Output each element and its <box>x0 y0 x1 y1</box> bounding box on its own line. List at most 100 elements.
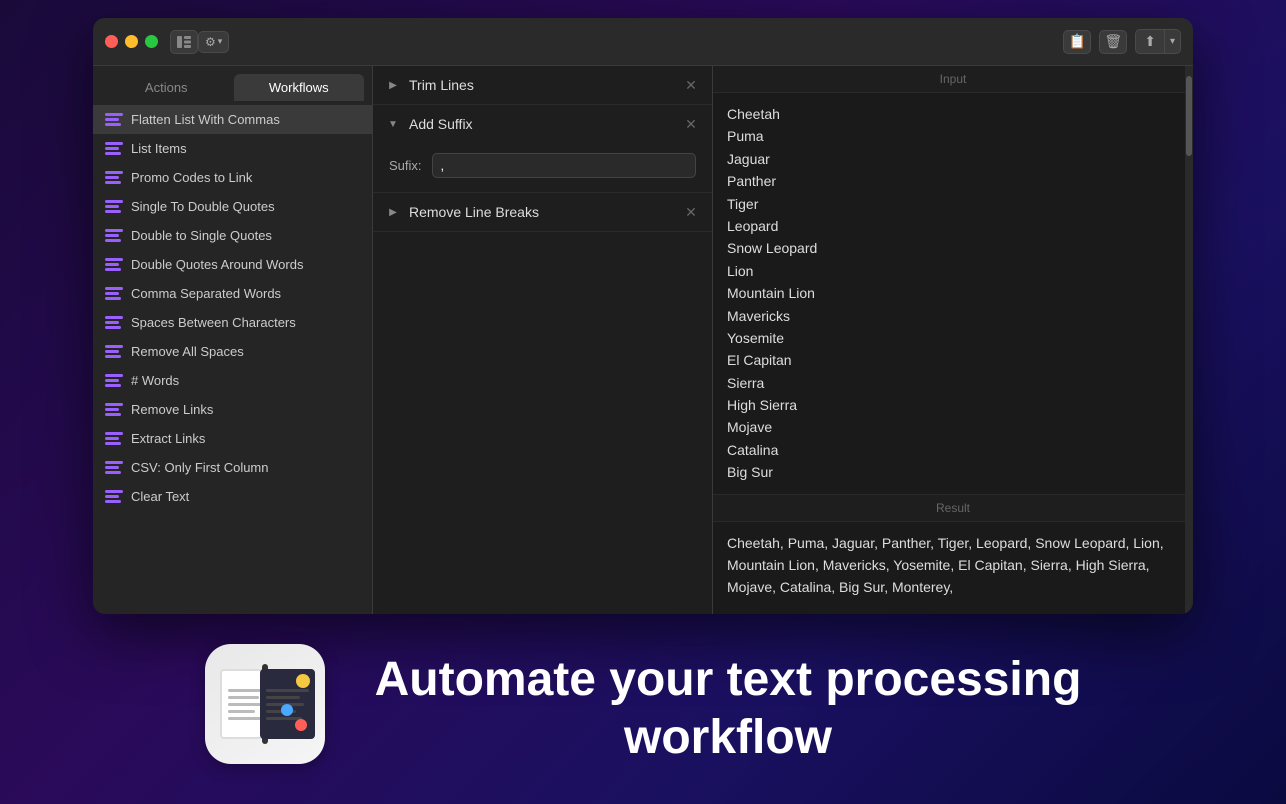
sidebar-item-extract-links[interactable]: Extract Links <box>93 424 372 453</box>
result-content[interactable]: Cheetah, Puma, Jaguar, Panther, Tiger, L… <box>713 522 1193 614</box>
scrollbar-track[interactable] <box>1185 66 1193 614</box>
sidebar-item-remove-spaces[interactable]: Remove All Spaces <box>93 337 372 366</box>
sidebar-item-label: List Items <box>131 141 187 156</box>
sidebar-item-list-items[interactable]: List Items <box>93 134 372 163</box>
sidebar-item-remove-links[interactable]: Remove Links <box>93 395 372 424</box>
maximize-button[interactable] <box>145 35 158 48</box>
sidebar-item-double-quotes-words[interactable]: Double Quotes Around Words <box>93 250 372 279</box>
workflow-item-remove-line-breaks: ▶ Remove Line Breaks ✕ <box>373 193 712 232</box>
gear-dropdown-arrow: ▾ <box>218 36 223 47</box>
sidebar-toggle-button[interactable] <box>170 30 198 54</box>
action-icon <box>105 432 123 446</box>
input-line: Lion <box>727 260 1179 282</box>
sidebar-item-label: Extract Links <box>131 431 205 446</box>
io-panel: Input CheetahPumaJaguarPantherTigerLeopa… <box>713 66 1193 614</box>
action-icon <box>105 316 123 330</box>
expand-add-suffix-button[interactable]: ▼ <box>385 116 401 132</box>
input-line: Big Sur <box>727 461 1179 483</box>
action-icon <box>105 113 123 127</box>
sidebar-item-label: Single To Double Quotes <box>131 199 275 214</box>
input-line: Snow Leopard <box>727 237 1179 259</box>
share-dropdown-arrow: ▾ <box>1165 33 1180 50</box>
gear-icon: ⚙ <box>205 35 216 49</box>
gear-dropdown-button[interactable]: ⚙ ▾ <box>198 31 229 53</box>
action-icon <box>105 142 123 156</box>
close-add-suffix-button[interactable]: ✕ <box>682 115 700 133</box>
input-line: Yosemite <box>727 327 1179 349</box>
input-content[interactable]: CheetahPumaJaguarPantherTigerLeopardSnow… <box>713 93 1193 494</box>
sidebar-tabs: Actions Workflows <box>93 66 372 101</box>
sidebar-item-double-to-single[interactable]: Double to Single Quotes <box>93 221 372 250</box>
workflow-item-header-remove-line-breaks[interactable]: ▶ Remove Line Breaks ✕ <box>373 193 712 231</box>
sidebar: Actions Workflows Flatten List With Comm… <box>93 66 373 614</box>
workflow-item-title-trim-lines: Trim Lines <box>409 77 682 93</box>
sidebar-item-flatten-list[interactable]: Flatten List With Commas <box>93 105 372 134</box>
close-trim-lines-button[interactable]: ✕ <box>682 76 700 94</box>
input-line: Catalina <box>727 439 1179 461</box>
workflow-item-title-remove-line-breaks: Remove Line Breaks <box>409 204 682 220</box>
action-icon <box>105 200 123 214</box>
input-line: Mojave <box>727 416 1179 438</box>
tab-actions[interactable]: Actions <box>101 74 232 101</box>
close-remove-line-breaks-button[interactable]: ✕ <box>682 203 700 221</box>
app-icon <box>205 644 335 774</box>
promo-text: Automate your text processing workflow <box>375 651 1082 766</box>
red-dot-icon <box>295 719 307 731</box>
suffix-label: Sufix: <box>389 158 422 173</box>
action-icon <box>105 403 123 417</box>
share-icon: ⬆ <box>1136 30 1165 53</box>
sidebar-item-comma-separated[interactable]: Comma Separated Words <box>93 279 372 308</box>
expand-remove-line-breaks-button[interactable]: ▶ <box>385 204 401 220</box>
clipboard-button[interactable]: 📋 <box>1063 30 1091 54</box>
sidebar-item-label: Double to Single Quotes <box>131 228 272 243</box>
sidebar-item-csv-first-col[interactable]: CSV: Only First Column <box>93 453 372 482</box>
sidebar-item-label: Spaces Between Characters <box>131 315 296 330</box>
input-line: High Sierra <box>727 394 1179 416</box>
io-divider: Result <box>713 494 1193 522</box>
sidebar-item-label: Flatten List With Commas <box>131 112 280 127</box>
share-split-button[interactable]: ⬆ ▾ <box>1135 29 1181 54</box>
scrollbar-thumb[interactable] <box>1186 76 1192 156</box>
title-bar-right: 📋 🗑 ⬆ ▾ <box>1063 29 1181 54</box>
sidebar-item-label: Double Quotes Around Words <box>131 257 303 272</box>
workflow-item-header-trim-lines[interactable]: ▶ Trim Lines ✕ <box>373 66 712 104</box>
sidebar-items-list: Flatten List With Commas List Items <box>93 101 372 614</box>
action-icon <box>105 461 123 475</box>
sidebar-item-label: # Words <box>131 373 179 388</box>
action-icon <box>105 229 123 243</box>
input-line: Puma <box>727 125 1179 147</box>
sidebar-item-single-to-double[interactable]: Single To Double Quotes <box>93 192 372 221</box>
sidebar-item-clear-text[interactable]: Clear Text <box>93 482 372 511</box>
tab-workflows[interactable]: Workflows <box>234 74 365 101</box>
input-line: Sierra <box>727 372 1179 394</box>
sidebar-item-label: Clear Text <box>131 489 189 504</box>
minimize-button[interactable] <box>125 35 138 48</box>
promo-section: Automate your text processing workflow <box>0 614 1286 804</box>
trash-button[interactable]: 🗑 <box>1099 30 1127 54</box>
result-label: Result <box>713 494 1193 522</box>
action-icon <box>105 345 123 359</box>
workflow-item-add-suffix: ▼ Add Suffix ✕ Sufix: <box>373 105 712 193</box>
sidebar-item-words[interactable]: # Words <box>93 366 372 395</box>
sidebar-item-promo-codes[interactable]: Promo Codes to Link <box>93 163 372 192</box>
sidebar-item-label: CSV: Only First Column <box>131 460 269 475</box>
suffix-input[interactable] <box>432 153 696 178</box>
action-icon <box>105 287 123 301</box>
workflow-item-header-add-suffix[interactable]: ▼ Add Suffix ✕ <box>373 105 712 143</box>
input-section: Input CheetahPumaJaguarPantherTigerLeopa… <box>713 66 1193 494</box>
app-icon-bg <box>205 644 325 764</box>
expand-trim-lines-button[interactable]: ▶ <box>385 77 401 93</box>
sidebar-item-spaces-between[interactable]: Spaces Between Characters <box>93 308 372 337</box>
trash-icon: 🗑 <box>1104 33 1122 50</box>
suffix-field: Sufix: <box>389 153 696 178</box>
workflow-panel: ▶ Trim Lines ✕ ▼ Add Suffix ✕ Sufix: <box>373 66 713 614</box>
close-button[interactable] <box>105 35 118 48</box>
input-line: Jaguar <box>727 148 1179 170</box>
action-icon <box>105 490 123 504</box>
title-bar: ⚙ ▾ 📋 🗑 ⬆ ▾ <box>93 18 1193 66</box>
doc-right <box>260 669 315 739</box>
sidebar-item-label: Promo Codes to Link <box>131 170 252 185</box>
blue-dot-icon <box>281 704 293 716</box>
input-line: Tiger <box>727 193 1179 215</box>
action-icon <box>105 171 123 185</box>
